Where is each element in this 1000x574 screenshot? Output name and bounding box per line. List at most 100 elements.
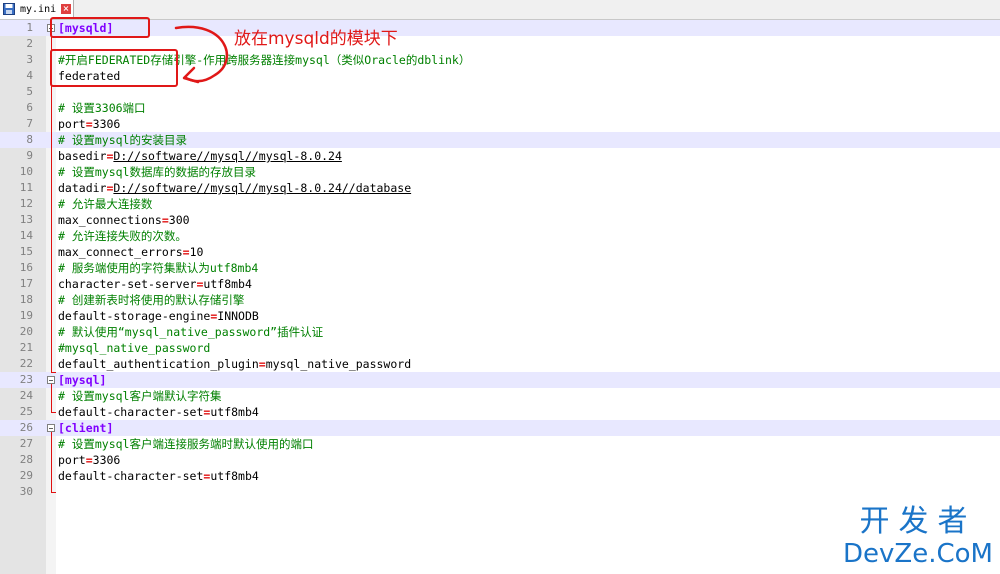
line-content: [client] <box>58 420 113 436</box>
code-line[interactable]: 6 # 设置3306端口 <box>0 100 1000 116</box>
fold-toggle-icon[interactable] <box>47 424 55 432</box>
line-number: 10 <box>19 165 33 178</box>
line-content: max_connect_errors=10 <box>58 244 203 260</box>
code-line[interactable]: 17 character-set-server=utf8mb4 <box>0 276 1000 292</box>
code-line[interactable]: 18 # 创建新表时将使用的默认存储引擎 <box>0 292 1000 308</box>
code-token: utf8mb4 <box>210 469 259 483</box>
code-line[interactable]: 29 default-character-set=utf8mb4 <box>0 468 1000 484</box>
code-token: [mysql] <box>58 373 107 387</box>
code-token: = <box>85 117 93 131</box>
fold-end <box>51 372 56 373</box>
line-number: 8 <box>26 133 33 146</box>
code-line[interactable]: 7 port=3306 <box>0 116 1000 132</box>
code-token: # 设置mysql客户端连接服务端时默认使用的端口 <box>58 437 314 451</box>
code-token: 10 <box>189 245 204 259</box>
line-content: [mysql] <box>58 372 106 388</box>
code-token: [client] <box>58 421 114 435</box>
line-content: # 允许最大连接数 <box>58 196 152 212</box>
code-token: # 设置mysql客户端默认字符集 <box>58 389 222 403</box>
line-number: 22 <box>19 357 33 370</box>
tab-filename: my.ini <box>20 4 57 15</box>
line-number: 13 <box>19 213 33 226</box>
line-content: # 设置mysql数据库的数据的存放目录 <box>58 164 256 180</box>
line-number: 20 <box>19 325 33 338</box>
code-token: # 设置mysql数据库的数据的存放目录 <box>58 165 256 179</box>
code-line[interactable]: 16 # 服务端使用的字符集默认为utf8mb4 <box>0 260 1000 276</box>
code-line[interactable]: 15 max_connect_errors=10 <box>0 244 1000 260</box>
line-content: port=3306 <box>58 452 120 468</box>
line-number: 30 <box>19 485 33 498</box>
code-token: D://software//mysql//mysql-8.0.24 <box>113 149 342 163</box>
code-token: # 设置mysql的安装目录 <box>58 133 187 147</box>
line-content: default-storage-engine=INNODB <box>58 308 259 324</box>
code-line[interactable]: 8 # 设置mysql的安装目录 <box>0 132 1000 148</box>
code-token: = <box>258 357 266 371</box>
line-content: max_connections=300 <box>58 212 190 228</box>
tab-bar: my.ini × <box>0 0 1000 20</box>
code-token: default-character-set <box>58 405 204 419</box>
line-number: 12 <box>19 197 33 210</box>
code-line[interactable]: 30 <box>0 484 1000 500</box>
code-token: default-character-set <box>58 469 204 483</box>
code-line[interactable]: 20 # 默认使用“mysql_native_password”插件认证 <box>0 324 1000 340</box>
line-content: character-set-server=utf8mb4 <box>58 276 252 292</box>
code-line[interactable]: 26 [client] <box>0 420 1000 436</box>
line-content: # 创建新表时将使用的默认存储引擎 <box>58 292 244 308</box>
code-token: max_connections <box>58 213 162 227</box>
code-token: datadir <box>58 181 107 195</box>
line-content: port=3306 <box>58 116 120 132</box>
line-number: 14 <box>19 229 33 242</box>
code-line[interactable]: 1 [mysqld] <box>0 20 1000 36</box>
code-token: # 允许最大连接数 <box>58 197 153 211</box>
save-icon <box>3 3 15 15</box>
line-number: 9 <box>26 149 33 162</box>
line-number: 18 <box>19 293 33 306</box>
code-token: = <box>182 245 190 259</box>
code-line[interactable]: 24 # 设置mysql客户端默认字符集 <box>0 388 1000 404</box>
code-line[interactable]: 23 [mysql] <box>0 372 1000 388</box>
code-token: mysql_native_password <box>265 357 412 371</box>
close-icon[interactable]: × <box>61 4 71 14</box>
code-line[interactable]: 27 # 设置mysql客户端连接服务端时默认使用的端口 <box>0 436 1000 452</box>
line-content: # 设置mysql客户端默认字符集 <box>58 388 221 404</box>
code-line[interactable]: 28 port=3306 <box>0 452 1000 468</box>
annotation-arrow <box>174 25 229 84</box>
code-token: #mysql_native_password <box>58 341 211 355</box>
code-line[interactable]: 10 # 设置mysql数据库的数据的存放目录 <box>0 164 1000 180</box>
code-token: basedir <box>58 149 107 163</box>
code-token: # 允许连接失败的次数。 <box>58 229 187 243</box>
annotation-box-federated <box>50 49 178 87</box>
line-content: #mysql_native_password <box>58 340 210 356</box>
line-number: 26 <box>19 421 33 434</box>
code-token: # 创建新表时将使用的默认存储引擎 <box>58 293 245 307</box>
code-line[interactable]: 25 default-character-set=utf8mb4 <box>0 404 1000 420</box>
code-editor[interactable]: 1 [mysqld] 2 3 #开启FEDERATED存储引擎-作用跨服务器连接mysq… <box>0 20 1000 574</box>
line-number: 2 <box>26 37 33 50</box>
line-content: # 设置mysql的安装目录 <box>58 132 187 148</box>
code-line[interactable]: 14 # 允许连接失败的次数。 <box>0 228 1000 244</box>
code-line[interactable]: 12 # 允许最大连接数 <box>0 196 1000 212</box>
fold-end <box>51 412 56 413</box>
code-token: port <box>58 453 86 467</box>
fold-toggle-icon[interactable] <box>47 376 55 384</box>
code-line[interactable]: 9 basedir=D://software//mysql//mysql-8.0.… <box>0 148 1000 164</box>
code-line[interactable]: 21 #mysql_native_password <box>0 340 1000 356</box>
line-content: default-character-set=utf8mb4 <box>58 468 259 484</box>
code-token: utf8mb4 <box>203 277 252 291</box>
code-token: # 服务端使用的字符集默认为utf8mb4 <box>58 261 259 275</box>
code-token: = <box>161 213 169 227</box>
code-line[interactable]: 11 datadir=D://software//mysql//mysql-8.0… <box>0 180 1000 196</box>
line-number: 27 <box>19 437 33 450</box>
code-line[interactable]: 22 default_authentication_plugin=mysql_na… <box>0 356 1000 372</box>
line-content: # 服务端使用的字符集默认为utf8mb4 <box>58 260 258 276</box>
code-token: D://software//mysql//mysql-8.0.24//datab… <box>113 181 412 195</box>
line-number: 7 <box>26 117 33 130</box>
code-line[interactable]: 13 max_connections=300 <box>0 212 1000 228</box>
line-number: 25 <box>19 405 33 418</box>
line-number: 17 <box>19 277 33 290</box>
code-token: = <box>85 453 93 467</box>
code-line[interactable]: 19 default-storage-engine=INNODB <box>0 308 1000 324</box>
line-number: 5 <box>26 85 33 98</box>
line-content: # 设置mysql客户端连接服务端时默认使用的端口 <box>58 436 313 452</box>
annotation-box-mysqld <box>50 17 150 38</box>
